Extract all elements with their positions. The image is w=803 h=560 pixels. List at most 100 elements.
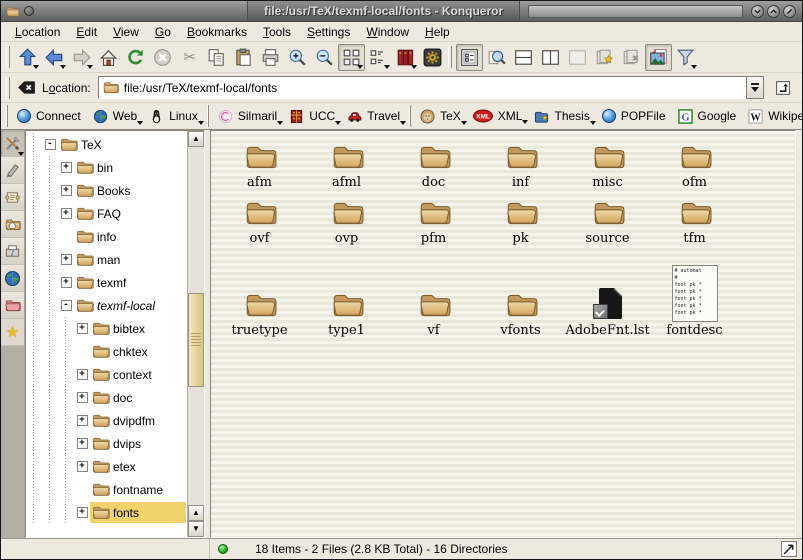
print-button[interactable]	[257, 44, 284, 71]
tree-expander[interactable]: +	[61, 185, 72, 196]
tree-row[interactable]: +Books	[26, 179, 204, 202]
close-view-button[interactable]	[564, 44, 591, 71]
file-item[interactable]: truetype	[216, 247, 303, 339]
multicolumn-view-dropdown-caret[interactable]	[384, 65, 390, 69]
close-button[interactable]	[783, 5, 796, 18]
bookmark-connect[interactable]: Connect	[12, 107, 88, 125]
bookmark-tex[interactable]: TeX	[415, 107, 468, 126]
file-item[interactable]: AdobeFnt.lst	[564, 247, 651, 339]
go-button[interactable]	[770, 75, 796, 101]
cut-button[interactable]: ✂	[176, 44, 203, 71]
bookmark-travel[interactable]: Travel	[342, 107, 407, 126]
tree-row[interactable]: +etex	[26, 455, 204, 478]
filter-button[interactable]	[672, 44, 699, 71]
tree-expander[interactable]: -	[45, 139, 56, 150]
tree-row[interactable]: +bin	[26, 156, 204, 179]
tree-row[interactable]: -texmf-local	[26, 294, 204, 317]
paste-button[interactable]	[230, 44, 257, 71]
new-tab-button[interactable]	[591, 44, 618, 71]
tree-row[interactable]: +man	[26, 248, 204, 271]
bookmark-dropdown-caret[interactable]	[590, 121, 596, 125]
image-preview-button[interactable]	[645, 44, 672, 71]
maximize-button[interactable]	[767, 5, 780, 18]
filter-dropdown-caret[interactable]	[691, 65, 697, 69]
icon-view-button[interactable]	[338, 44, 365, 71]
stop-button[interactable]	[149, 44, 176, 71]
menu-settings[interactable]: Settings	[299, 23, 358, 41]
scroll-down-button[interactable]: ▼	[188, 521, 204, 537]
toolbar-handle[interactable]	[409, 105, 411, 127]
menu-edit[interactable]: Edit	[68, 23, 105, 41]
tree-expander[interactable]: -	[61, 300, 72, 311]
bookmark-dropdown-caret[interactable]	[137, 121, 143, 125]
bookmark-popfile[interactable]: POPFile	[597, 107, 673, 125]
bookmark-dropdown-caret[interactable]	[400, 121, 406, 125]
location-dropdown-button[interactable]	[746, 76, 764, 99]
tree-row[interactable]: +texmf	[26, 271, 204, 294]
file-item[interactable]: ofm	[651, 135, 738, 191]
tree-row[interactable]: info	[26, 225, 204, 248]
toolbar-handle[interactable]	[6, 77, 10, 99]
back-button[interactable]	[41, 44, 68, 71]
tree-expander[interactable]: +	[77, 438, 88, 449]
menu-window[interactable]: Window	[358, 23, 417, 41]
bookmark-dropdown-caret[interactable]	[198, 121, 204, 125]
sidebar-root-folder-button[interactable]	[1, 292, 24, 319]
tree-row[interactable]: +context	[26, 363, 204, 386]
split-view-left-right-button[interactable]	[537, 44, 564, 71]
file-item[interactable]: ovp	[303, 191, 390, 247]
bookmark-web[interactable]: Web	[88, 107, 144, 126]
bookmark-silmaril[interactable]: Silmaril	[213, 107, 284, 126]
zoom-out-button[interactable]	[311, 44, 338, 71]
bookmark-dropdown-caret[interactable]	[335, 121, 341, 125]
toolbar-handle[interactable]	[6, 46, 10, 68]
file-item[interactable]: vfonts	[477, 247, 564, 339]
location-input[interactable]: file:/usr/TeX/texmf-local/fonts	[98, 76, 747, 99]
tree-row[interactable]: -TeX	[26, 133, 204, 156]
bookshelf-button[interactable]	[392, 44, 419, 71]
clear-location-button[interactable]	[14, 76, 38, 100]
file-item[interactable]: type1	[303, 247, 390, 339]
tree-row[interactable]: +FAQ	[26, 202, 204, 225]
icon-view-dropdown-caret[interactable]	[357, 65, 363, 69]
tree-scrollbar[interactable]: ▲ ▲ ▼	[187, 131, 204, 537]
file-item[interactable]: afml	[303, 135, 390, 191]
bookmark-dropdown-caret[interactable]	[277, 121, 283, 125]
bookmark-linux[interactable]: Linux	[144, 107, 205, 126]
bookmark-thesis[interactable]: Thesis	[529, 107, 596, 126]
show-sidebar-tree-button[interactable]	[456, 44, 483, 71]
menu-location[interactable]: Location	[7, 23, 68, 41]
sidebar-network-button[interactable]	[1, 265, 24, 292]
tree-row-selected[interactable]: +fonts	[26, 501, 204, 524]
sidebar-history-button[interactable]	[1, 184, 24, 211]
menu-view[interactable]: View	[105, 23, 147, 41]
toolbar-handle[interactable]	[207, 105, 209, 127]
file-item[interactable]: ovf	[216, 191, 303, 247]
tree-expander[interactable]: +	[77, 461, 88, 472]
statusbar-grip-icon[interactable]	[781, 541, 797, 557]
tree-row[interactable]: fontname	[26, 478, 204, 501]
bookshelf-dropdown-caret[interactable]	[411, 65, 417, 69]
copy-button[interactable]	[203, 44, 230, 71]
tree-expander[interactable]: +	[61, 208, 72, 219]
file-item[interactable]: inf	[477, 135, 564, 191]
tree-row[interactable]: chktex	[26, 340, 204, 363]
menu-bookmarks[interactable]: Bookmarks	[179, 23, 255, 41]
file-item[interactable]: pfm	[390, 191, 477, 247]
scroll-up-button[interactable]: ▲	[188, 131, 204, 147]
tree-row[interactable]: +bibtex	[26, 317, 204, 340]
file-item[interactable]: source	[564, 191, 651, 247]
up-dropdown-caret[interactable]	[33, 65, 39, 69]
file-item[interactable]: pk	[477, 191, 564, 247]
reload-button[interactable]	[122, 44, 149, 71]
tree-expander[interactable]: +	[61, 277, 72, 288]
sidebar-home-button[interactable]	[1, 211, 24, 238]
home-button[interactable]	[95, 44, 122, 71]
tree-expander[interactable]: +	[77, 369, 88, 380]
menu-tools[interactable]: Tools	[255, 23, 299, 41]
bookmark-wikipedia[interactable]: WWikipedia	[743, 107, 803, 126]
sidebar-config-caret[interactable]	[18, 152, 24, 156]
scroll-up-button-2[interactable]: ▲	[188, 505, 204, 521]
tree-expander[interactable]: +	[77, 392, 88, 403]
split-view-top-bottom-button[interactable]	[510, 44, 537, 71]
